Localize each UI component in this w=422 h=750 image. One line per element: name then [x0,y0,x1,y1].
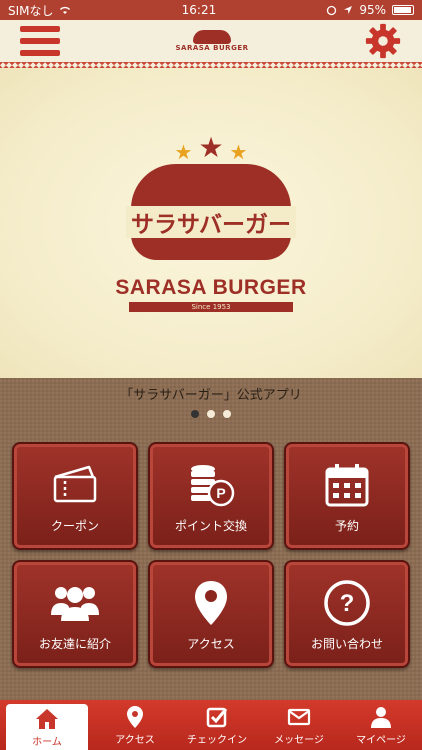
tile-label: クーポン [50,518,99,533]
people-icon [51,586,99,621]
nav-checkin[interactable]: チェックイン [176,700,258,750]
header-logo: SARASA BURGER [176,30,249,52]
since-bar: Since 1953 [129,302,293,312]
clock-text: 16:21 [181,3,217,17]
tile-reservation[interactable]: 予約 [284,442,410,550]
nav-access[interactable]: アクセス [94,700,176,750]
nav-message[interactable]: メッセージ [258,700,340,750]
menu-grid: クーポン P ポイント交換 予約 お友達に紹介 アクセス ? お問い合わせ [12,442,410,668]
svg-text:?: ? [340,590,355,617]
alarm-icon [327,5,337,15]
star-icon: ★ [198,131,224,164]
hero-banner[interactable]: ★ ★ ★ サラサバーガー SARASA BURGER Since 1953 [0,68,422,378]
carousel-dot[interactable] [207,410,215,418]
tile-coupon[interactable]: クーポン [12,442,138,550]
bottom-nav: ホーム アクセス チェックイン メッセージ マイページ [0,700,422,750]
tile-invite-friends[interactable]: お友達に紹介 [12,560,138,668]
carousel-dot[interactable] [223,410,231,418]
logo-stars: ★ ★ ★ [174,131,248,164]
battery-percent: 95% [359,3,386,17]
question-icon: ? [324,579,370,626]
menu-button[interactable] [20,26,60,56]
nav-label: アクセス [115,734,155,746]
carrier-text: SIMなし [8,3,54,18]
map-pin-icon [127,705,143,728]
status-right: 95% [326,3,414,17]
tile-contact[interactable]: ? お問い合わせ [284,560,410,668]
star-icon: ★ [229,140,248,164]
map-pin-icon [195,580,227,625]
hamburger-line [20,38,60,44]
coins-point-icon: P [191,464,235,506]
settings-gear-icon[interactable] [364,22,402,60]
tile-label: お問い合わせ [310,636,383,651]
hamburger-line [20,50,60,56]
app-caption: 「サラサバーガー」公式アプリ [120,388,302,403]
envelope-icon [287,708,311,725]
tile-label: 予約 [334,518,359,533]
header-logo-text: SARASA BURGER [175,44,249,52]
svg-text:P: P [216,485,225,501]
wifi-icon [59,6,70,14]
carousel-dot[interactable] [191,410,199,418]
star-icon: ★ [174,140,193,164]
tile-access[interactable]: アクセス [148,560,274,668]
tile-label: お友達に紹介 [38,636,111,651]
battery-icon [392,5,414,15]
nav-label: メッセージ [274,734,324,746]
status-left: SIMなし [8,2,72,19]
carousel-dots [0,410,422,418]
nav-mypage[interactable]: マイページ [340,700,422,750]
location-arrow-icon [344,6,353,14]
logo-jp-text: サラサバーガー [126,206,296,238]
nav-label: ホーム [32,736,62,748]
nav-label: マイページ [356,734,406,746]
brand-name: SARASA BURGER [115,276,307,299]
home-icon [36,708,58,729]
calendar-icon [325,463,369,506]
status-bar: SIMなし 16:21 95% [0,0,422,20]
nav-home[interactable]: ホーム [6,704,88,750]
user-icon [371,706,391,728]
mini-bun-icon [193,30,231,44]
checkin-icon [206,707,228,727]
tile-label: アクセス [187,636,235,651]
app-header: SARASA BURGER [0,20,422,62]
nav-label: チェックイン [187,734,247,746]
tile-point-exchange[interactable]: P ポイント交換 [148,442,274,550]
ticket-icon [53,465,97,502]
tile-label: ポイント交換 [174,518,247,533]
hamburger-line [20,26,60,32]
